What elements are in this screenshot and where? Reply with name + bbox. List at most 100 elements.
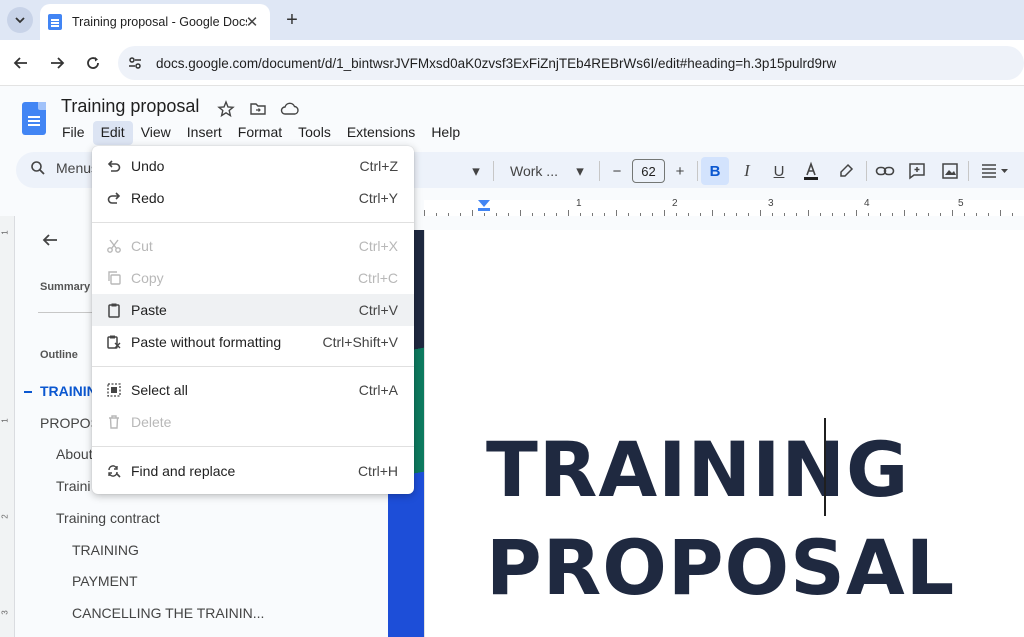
new-tab-plus-icon[interactable]: + <box>280 8 304 32</box>
left-indent-marker[interactable] <box>478 208 490 211</box>
outline-item[interactable]: TRAININ <box>40 383 97 399</box>
font-dropdown-chevron-icon[interactable]: ▾ <box>566 157 594 185</box>
menu-item-label: Paste without formatting <box>131 334 282 350</box>
menu-view[interactable]: View <box>133 121 179 145</box>
menu-item-label: Paste <box>131 302 167 318</box>
font-name-select[interactable]: Work ... <box>510 163 558 179</box>
text-color-icon[interactable] <box>797 157 825 185</box>
close-outline-back-arrow-icon[interactable] <box>38 228 62 252</box>
menu-item-undo[interactable]: Undo Ctrl+Z <box>92 150 414 182</box>
move-folder-icon[interactable] <box>247 98 269 120</box>
forward-arrow-icon[interactable] <box>44 50 70 76</box>
reload-icon[interactable] <box>80 50 106 76</box>
ruler-tick <box>892 213 893 216</box>
ruler-number: 4 <box>864 198 870 209</box>
docs-menu-bar: File Edit View Insert Format Tools Extensions H… <box>54 121 468 145</box>
outline-item[interactable]: About <box>56 446 93 462</box>
ruler-tick <box>904 210 905 216</box>
outline-item[interactable]: CANCELLING THE TRAININ... <box>72 605 264 621</box>
tab-close-icon[interactable]: ✕ <box>242 12 262 32</box>
menu-item-find-and-replace[interactable]: Find and replace Ctrl+H <box>92 455 414 487</box>
menu-item-shortcut: Ctrl+Y <box>358 190 398 206</box>
back-arrow-icon[interactable] <box>8 50 34 76</box>
menu-item-paste[interactable]: Paste Ctrl+V <box>92 294 414 326</box>
align-left-icon[interactable] <box>975 157 1015 185</box>
menu-format[interactable]: Format <box>230 121 290 145</box>
outline-item[interactable]: Training contract <box>56 510 160 526</box>
font-size-input[interactable]: 62 <box>632 159 665 183</box>
menu-item-paste-without-formatting[interactable]: Paste without formatting Ctrl+Shift+V <box>92 326 414 358</box>
menu-file[interactable]: File <box>54 121 93 145</box>
address-bar[interactable]: docs.google.com/document/d/1_bintwsrJVFM… <box>118 46 1024 80</box>
ruler-tick <box>808 210 809 216</box>
insert-link-icon[interactable] <box>871 157 899 185</box>
clipboard-plain-icon <box>104 332 124 352</box>
ruler-tick <box>664 210 665 216</box>
ruler-tick <box>880 213 881 216</box>
tab-search-chevron-icon[interactable] <box>7 7 33 33</box>
toolbar-divider <box>968 161 969 181</box>
menu-item-label: Select all <box>131 382 188 398</box>
menu-help[interactable]: Help <box>423 121 468 145</box>
ruler-tick <box>472 210 473 216</box>
document-title[interactable]: Training proposal <box>61 96 199 117</box>
menu-item-label: Find and replace <box>131 463 236 479</box>
highlight-pen-icon[interactable] <box>832 157 860 185</box>
menu-extensions[interactable]: Extensions <box>339 121 423 145</box>
summary-label: Summary <box>40 281 91 293</box>
bold-icon[interactable]: B <box>701 157 729 185</box>
text-cursor <box>824 418 826 516</box>
underline-icon[interactable]: U <box>765 157 793 185</box>
ruler-tick <box>820 213 821 216</box>
add-comment-icon[interactable] <box>903 157 931 185</box>
star-icon[interactable] <box>215 98 237 120</box>
search-menus-box[interactable]: Menus <box>30 160 98 176</box>
outline-item[interactable]: TRAINING <box>72 542 139 558</box>
trash-icon <box>104 412 124 432</box>
insert-image-icon[interactable] <box>936 157 964 185</box>
style-dropdown-chevron-icon[interactable]: ▾ <box>462 157 490 185</box>
menu-separator <box>92 222 414 223</box>
ruler-tick <box>772 213 773 216</box>
outline-item[interactable]: PROPOS <box>40 415 100 431</box>
toolbar-divider <box>866 161 867 181</box>
vertical-ruler: 1 1 2 3 <box>0 216 15 637</box>
current-heading-marker <box>24 391 32 393</box>
ruler-number: 5 <box>958 198 964 209</box>
menu-item-label: Delete <box>131 414 172 430</box>
outline-item[interactable]: PAYMENT <box>72 573 138 589</box>
ruler-tick <box>844 213 845 216</box>
cloud-saved-icon[interactable] <box>279 98 301 120</box>
italic-icon[interactable]: I <box>733 157 761 185</box>
heading-line-2[interactable]: PROPOSAL <box>486 530 955 606</box>
google-docs-logo-icon[interactable] <box>22 102 46 135</box>
menu-tools[interactable]: Tools <box>290 121 339 145</box>
panel-divider <box>38 312 100 313</box>
toolbar-divider <box>493 161 494 181</box>
menu-insert[interactable]: Insert <box>179 121 230 145</box>
ruler-tick <box>568 210 569 216</box>
ruler-tick <box>496 213 497 216</box>
redo-icon <box>104 188 124 208</box>
menu-separator <box>92 446 414 447</box>
increase-font-size-icon[interactable]: + <box>666 157 694 185</box>
menu-item-shortcut: Ctrl+Z <box>359 158 399 174</box>
first-line-indent-marker[interactable] <box>478 200 490 207</box>
ruler-tick <box>532 213 533 216</box>
outline-item[interactable]: Traini <box>56 478 91 494</box>
menu-item-select-all[interactable]: Select all Ctrl+A <box>92 374 414 406</box>
menu-item-label: Redo <box>131 190 165 206</box>
menu-edit[interactable]: Edit <box>92 121 133 145</box>
ruler-tick <box>1000 210 1001 216</box>
ruler-tick <box>604 213 605 216</box>
decrease-font-size-icon[interactable]: − <box>603 157 631 185</box>
ruler-tick <box>448 213 449 216</box>
menu-item-redo[interactable]: Redo Ctrl+Y <box>92 182 414 214</box>
ruler-tick <box>928 213 929 216</box>
site-settings-icon[interactable] <box>120 48 150 78</box>
ruler-tick <box>868 213 869 216</box>
heading-line-1[interactable]: TRAINING <box>486 432 909 508</box>
ruler-tick <box>640 213 641 216</box>
browser-tab-active[interactable]: Training proposal - Google Docs ✕ <box>40 4 270 40</box>
ruler-number: 1 <box>576 198 582 209</box>
